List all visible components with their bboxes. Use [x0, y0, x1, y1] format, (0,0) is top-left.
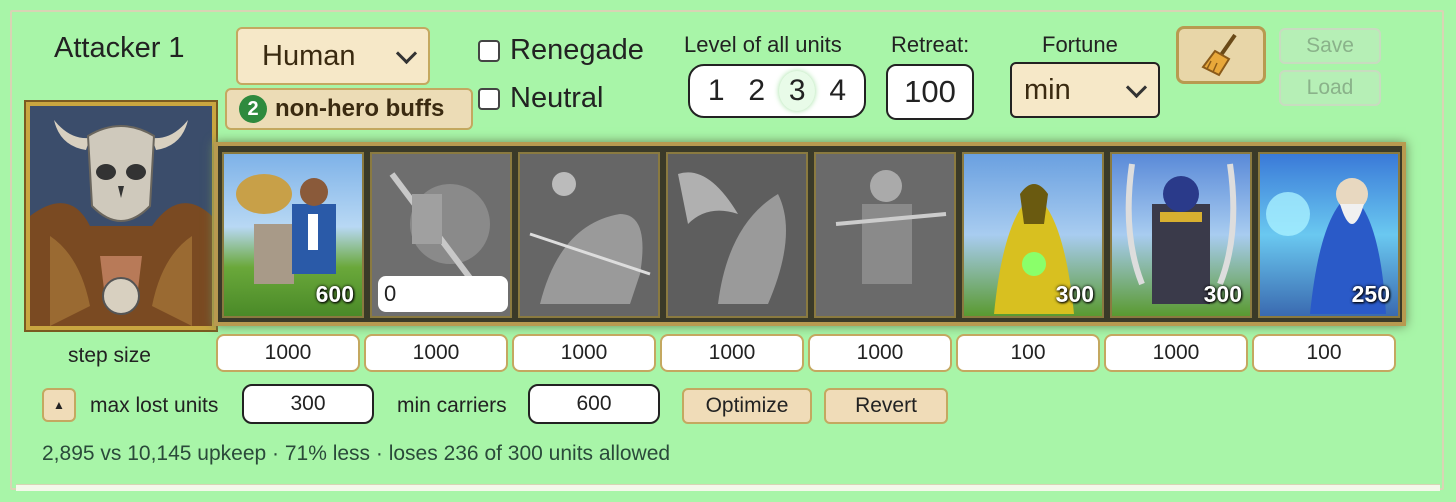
max-lost-label: max lost units: [90, 394, 219, 417]
step-size-input-1[interactable]: 1000: [216, 334, 360, 372]
optimize-button[interactable]: Optimize: [682, 388, 812, 424]
retreat-input[interactable]: 100: [886, 64, 974, 120]
revert-button[interactable]: Revert: [824, 388, 948, 424]
unit-slot-4[interactable]: [666, 152, 808, 318]
save-button[interactable]: Save: [1279, 28, 1381, 64]
next-panel-edge: [16, 484, 1440, 491]
buffs-label: non-hero buffs: [275, 95, 445, 122]
fortune-select-value: min: [1024, 73, 1071, 106]
unit-slot-5[interactable]: [814, 152, 956, 318]
upkeep-summary: 2,895 vs 10,145 upkeep · 71% less · lose…: [42, 442, 671, 465]
unit-slot-3[interactable]: [518, 152, 660, 318]
unit-count: 600: [315, 281, 354, 307]
units-strip: 600 0 300 300 250: [214, 142, 1406, 326]
min-carriers-input[interactable]: 600: [528, 384, 660, 424]
attacker-title: Attacker 1: [54, 32, 185, 64]
checkbox-box[interactable]: [478, 39, 500, 62]
faction-select-value: Human: [262, 39, 356, 72]
crossbowman-unit-image: [816, 154, 954, 316]
collapse-button[interactable]: ▲: [42, 388, 76, 422]
level-option-2[interactable]: 2: [739, 71, 775, 111]
buffs-button[interactable]: 2 non-hero buffs: [225, 88, 473, 130]
step-size-input-2[interactable]: 1000: [364, 334, 508, 372]
triangle-up-icon: ▲: [53, 398, 65, 412]
step-size-input-8[interactable]: 100: [1252, 334, 1396, 372]
unit-count: 300: [1203, 281, 1242, 307]
step-size-input-3[interactable]: 1000: [512, 334, 656, 372]
checkbox-label: Renegade: [510, 34, 644, 66]
levels-label: Level of all units: [684, 32, 842, 57]
clear-button[interactable]: [1176, 26, 1266, 84]
pegasus-unit-image: [668, 154, 806, 316]
unit-slot-6[interactable]: 300: [962, 152, 1104, 318]
faction-select[interactable]: Human: [236, 27, 430, 85]
step-size-input-5[interactable]: 1000: [808, 334, 952, 372]
level-selector: 1 2 3 4: [688, 64, 866, 118]
renegade-checkbox[interactable]: Renegade: [478, 34, 644, 67]
broom-icon: [1201, 33, 1237, 77]
fortune-select[interactable]: min: [1010, 62, 1160, 118]
step-size-input-4[interactable]: 1000: [660, 334, 804, 372]
checkbox-box[interactable]: [478, 87, 500, 110]
fortune-label: Fortune: [1042, 32, 1118, 57]
unit-slot-2[interactable]: 0: [370, 152, 512, 318]
unit-count-input[interactable]: 0: [378, 276, 508, 312]
unit-slot-1[interactable]: 600: [222, 152, 364, 318]
load-button[interactable]: Load: [1279, 70, 1381, 106]
neutral-checkbox[interactable]: Neutral: [478, 82, 604, 115]
step-size-label: step size: [68, 344, 151, 367]
buffs-count-badge: 2: [239, 95, 267, 123]
unit-count: 250: [1351, 281, 1390, 307]
chevron-down-icon: [1125, 76, 1148, 98]
hero-portrait[interactable]: [24, 100, 218, 332]
cavalry-unit-image: [520, 154, 658, 316]
hero-image: [30, 106, 212, 326]
step-size-input-7[interactable]: 1000: [1104, 334, 1248, 372]
level-option-1[interactable]: 1: [698, 71, 734, 111]
unit-slot-7[interactable]: 300: [1110, 152, 1252, 318]
unit-slot-8[interactable]: 250: [1258, 152, 1400, 318]
unit-count: 300: [1055, 281, 1094, 307]
checkbox-label: Neutral: [510, 82, 604, 114]
chevron-down-icon: [395, 42, 418, 64]
max-lost-input[interactable]: 300: [242, 384, 374, 424]
level-option-4[interactable]: 4: [820, 71, 856, 111]
min-carriers-label: min carriers: [397, 394, 507, 417]
step-size-input-6[interactable]: 100: [956, 334, 1100, 372]
retreat-label: Retreat:: [891, 32, 970, 57]
level-option-3[interactable]: 3: [779, 71, 816, 111]
